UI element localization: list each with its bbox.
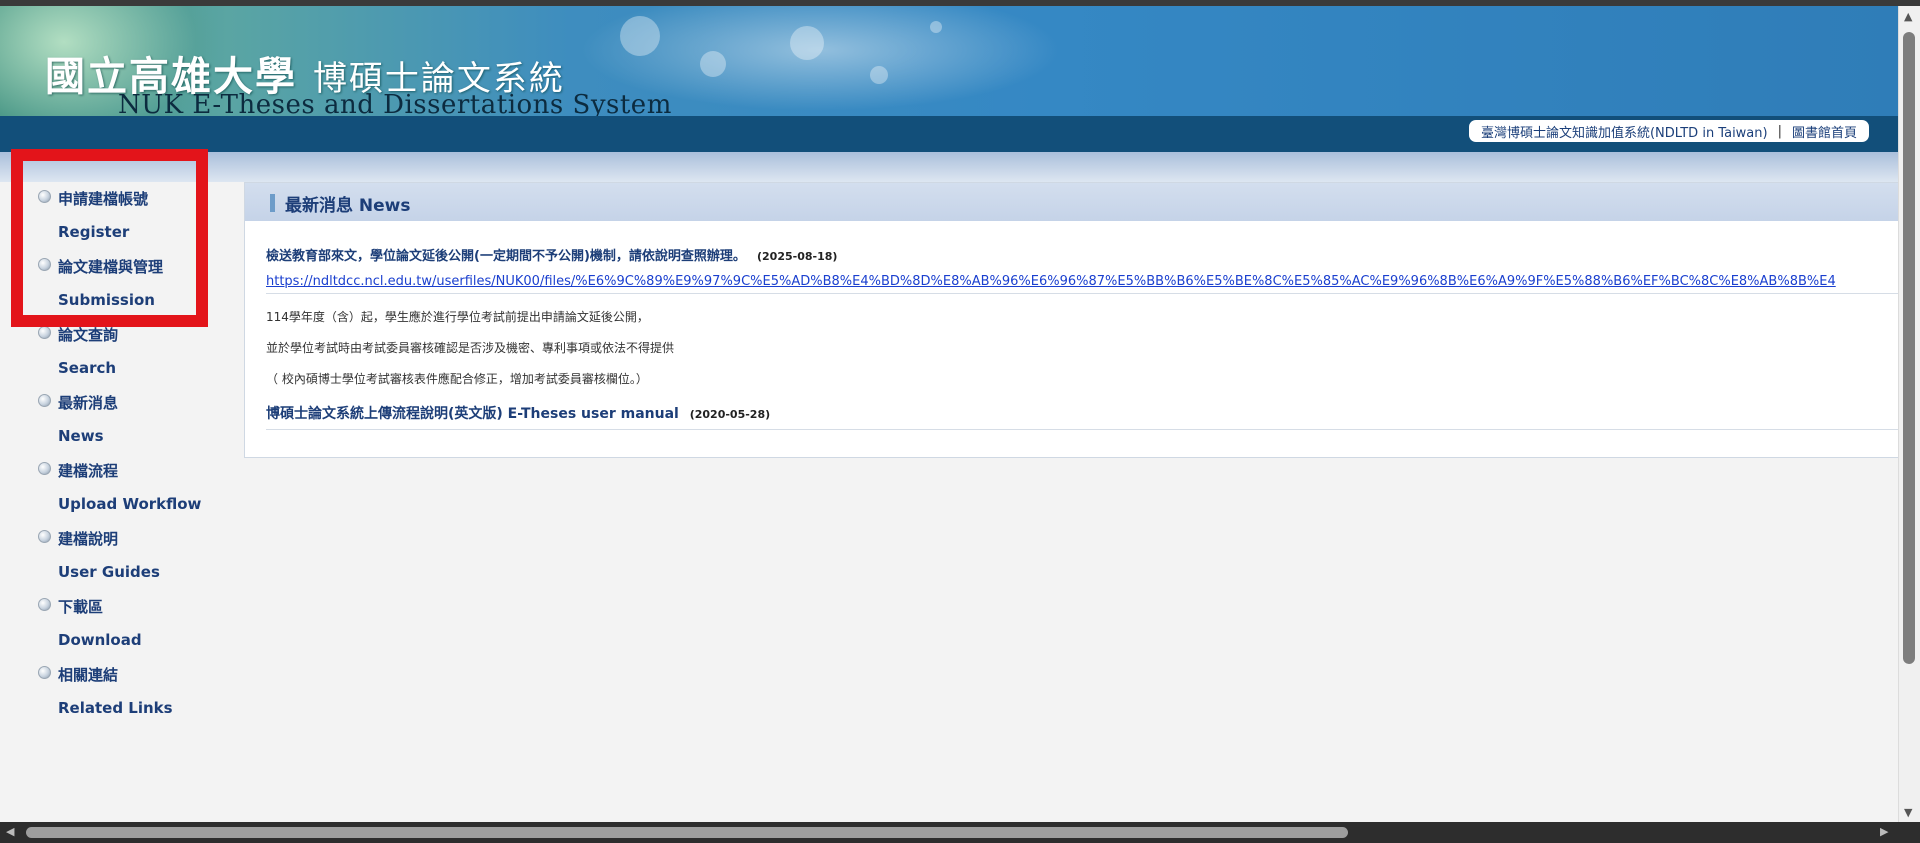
sidebar-item-label-en[interactable]: Search: [58, 359, 116, 377]
sidebar-item-label-cn[interactable]: 論文查詢: [58, 324, 118, 345]
sidebar-item-related-links[interactable]: 相關連結 Related Links: [38, 660, 223, 728]
site-banner: 國立高雄大學 博碩士論文系統 NUK E-Theses and Disserta…: [0, 6, 1899, 116]
news-item-text: 114學年度（含）起，學生應於進行學位考試前提出申請論文延後公開，: [266, 310, 649, 324]
link-separator: |: [1777, 123, 1782, 139]
bokeh-dot: [620, 16, 660, 56]
news-header: 最新消息 News: [245, 183, 1900, 221]
sidebar-item-label-en[interactable]: Related Links: [58, 699, 173, 717]
news-item-url[interactable]: https://ndltdcc.ncl.edu.tw/userfiles/NUK…: [266, 274, 1900, 289]
highlight-box: [11, 149, 208, 327]
sidebar-item-label-en[interactable]: News: [58, 427, 104, 445]
sidebar-item-upload-workflow[interactable]: 建檔流程 Upload Workflow: [38, 456, 223, 524]
news-item-date: (2020-05-28): [689, 408, 771, 421]
sidebar-item-label-cn[interactable]: 相關連結: [58, 664, 118, 685]
news-body: 檢送教育部來文，學位論文延後公開(一定期間不予公開)機制，請依說明查照辦理。 (…: [266, 245, 1900, 430]
divider: [266, 293, 1900, 294]
top-nav-strip: 臺灣博碩士論文知識加值系統(NDLTD in Taiwan) | 圖書館首頁: [0, 116, 1899, 152]
vertical-scroll-thumb[interactable]: [1903, 32, 1915, 664]
horizontal-scroll-thumb[interactable]: [26, 827, 1348, 838]
sidebar-item-user-guides[interactable]: 建檔說明 User Guides: [38, 524, 223, 592]
bullet-icon: [38, 666, 51, 679]
sidebar-item-label-cn[interactable]: 建檔流程: [58, 460, 118, 481]
bokeh-dot: [930, 21, 942, 33]
news-item-title[interactable]: 檢送教育部來文，學位論文延後公開(一定期間不予公開)機制，請依說明查照辦理。: [266, 249, 746, 264]
news-title: 最新消息 News: [285, 196, 411, 216]
scroll-right-icon[interactable]: ▶: [1880, 825, 1888, 838]
bullet-icon: [38, 598, 51, 611]
news-panel: 最新消息 News 檢送教育部來文，學位論文延後公開(一定期間不予公開)機制，請…: [244, 182, 1900, 458]
ndltd-link[interactable]: 臺灣博碩士論文知識加值系統(NDLTD in Taiwan): [1481, 122, 1768, 141]
bokeh-dot: [700, 51, 726, 77]
bullet-icon: [38, 462, 51, 475]
bullet-icon: [38, 394, 51, 407]
news-item: 博碩士論文系統上傳流程說明(英文版) E-Theses user manual …: [266, 403, 1900, 423]
sidebar-item-news[interactable]: 最新消息 News: [38, 388, 223, 456]
bullet-icon: [38, 326, 51, 339]
bullet-icon: [38, 530, 51, 543]
sidebar-item-label-cn[interactable]: 下載區: [58, 596, 103, 617]
sidebar-item-label-en[interactable]: Upload Workflow: [58, 495, 201, 513]
news-item-text: （ 校內碩博士學位考試審核表件應配合修正，增加考試委員審核欄位。）: [266, 372, 648, 386]
news-item-text: 並於學位考試時由考試委員審核確認是否涉及機密、專利事項或依法不得提供: [266, 341, 675, 355]
news-item-title[interactable]: 博碩士論文系統上傳流程說明(英文版) E-Theses user manual: [266, 406, 679, 422]
sidebar-item-label-cn[interactable]: 最新消息: [58, 392, 118, 413]
scroll-left-icon[interactable]: ◀: [6, 825, 14, 838]
bokeh-dot: [870, 66, 888, 84]
sub-header-gradient: [0, 152, 1899, 182]
news-item-date: (2025-08-18): [756, 250, 838, 263]
top-links: 臺灣博碩士論文知識加值系統(NDLTD in Taiwan) | 圖書館首頁: [1468, 120, 1869, 142]
scroll-down-icon[interactable]: ▼: [1904, 806, 1912, 819]
header-accent-bar: [270, 194, 275, 212]
sidebar-item-label-en[interactable]: Download: [58, 631, 142, 649]
bokeh-dot: [790, 26, 824, 60]
sidebar-item-label-en[interactable]: User Guides: [58, 563, 160, 581]
news-item: 檢送教育部來文，學位論文延後公開(一定期間不予公開)機制，請依說明查照辦理。 (…: [266, 245, 1900, 264]
sidebar-item-download[interactable]: 下載區 Download: [38, 592, 223, 660]
divider: [266, 429, 1900, 430]
vertical-scrollbar[interactable]: ▲ ▼: [1898, 6, 1920, 822]
sidebar-item-label-cn[interactable]: 建檔說明: [58, 528, 118, 549]
horizontal-scrollbar[interactable]: ◀ ▶: [0, 822, 1920, 843]
library-home-link[interactable]: 圖書館首頁: [1792, 122, 1857, 141]
site-title-en: NUK E-Theses and Dissertations System: [118, 90, 672, 116]
sidebar-item-search[interactable]: 論文查詢 Search: [38, 320, 223, 388]
scroll-up-icon[interactable]: ▲: [1904, 10, 1912, 23]
